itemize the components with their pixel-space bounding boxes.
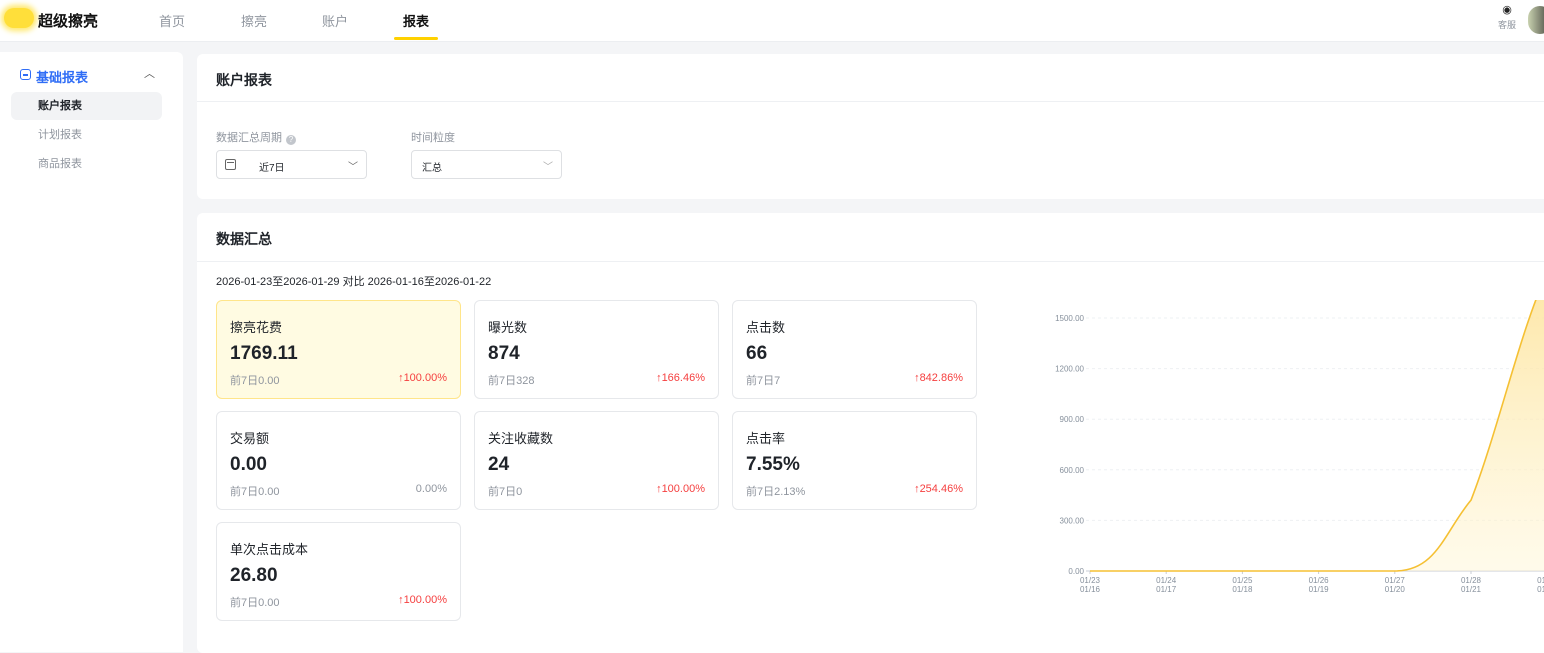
x-tick-label: 01/29 — [1537, 576, 1544, 585]
period-label-text: 数据汇总周期 — [216, 132, 282, 144]
metric-card-impressions[interactable]: 曝光数 874 前7日328 ↑166.46% — [474, 300, 719, 399]
granularity-field-label: 时间粒度 — [411, 132, 455, 144]
metric-value: 1769.11 — [230, 343, 298, 364]
top-nav-bar: 超级擦亮 首页 擦亮 账户 报表 ◉ 客服 — [0, 0, 1544, 42]
sidebar-item-plan-report[interactable]: 计划报表 — [11, 121, 162, 149]
metric-card-ctr[interactable]: 点击率 7.55% 前7日2.13% ↑254.46% — [732, 411, 977, 510]
x-tick-label: 01/26 — [1309, 576, 1330, 585]
x-tick-compare-label: 01/17 — [1156, 585, 1177, 594]
x-tick-label: 01/24 — [1156, 576, 1177, 585]
metric-label: 曝光数 — [488, 320, 528, 335]
account-report-panel: 账户报表 数据汇总周期? 近7日 ﹀ 时间粒度 汇总 ﹀ — [197, 54, 1544, 199]
period-field-label: 数据汇总周期? — [216, 129, 296, 145]
granularity-select-value: 汇总 — [422, 163, 442, 174]
metric-value: 24 — [488, 454, 510, 475]
metric-label: 点击率 — [746, 431, 786, 446]
x-tick-compare-label: 01/18 — [1232, 585, 1253, 594]
customer-service-button[interactable]: ◉ 客服 — [1492, 4, 1522, 31]
granularity-select[interactable]: 汇总 ﹀ — [411, 150, 562, 179]
calendar-icon — [225, 159, 236, 170]
account-report-title: 账户报表 — [216, 72, 272, 88]
nav-home[interactable]: 首页 — [159, 11, 185, 30]
x-tick-label: 01/27 — [1385, 576, 1406, 585]
metric-value: 26.80 — [230, 565, 278, 586]
customer-service-label: 客服 — [1497, 20, 1516, 30]
metric-change: 0.00% — [415, 483, 447, 495]
y-tick-label: 600.00 — [1060, 466, 1085, 475]
metric-previous: 前7日328 — [488, 375, 535, 387]
metric-label: 点击数 — [746, 320, 786, 335]
metric-previous: 前7日0.00 — [230, 375, 280, 387]
y-tick-label: 1200.00 — [1055, 365, 1084, 374]
metric-previous: 前7日0 — [488, 486, 523, 498]
metric-change: ↑100.00% — [398, 372, 447, 384]
chevron-down-icon: ﹀ — [543, 162, 553, 173]
metric-change: ↑100.00% — [398, 594, 447, 606]
y-tick-label: 0.00 — [1068, 567, 1084, 576]
metric-change: ↑166.46% — [656, 372, 705, 384]
x-tick-compare-label: 01/16 — [1080, 585, 1101, 594]
metric-card-follows[interactable]: 关注收藏数 24 前7日0 ↑100.00% — [474, 411, 719, 510]
nav-polish[interactable]: 擦亮 — [241, 11, 267, 30]
sidebar: 基础报表 ︿ 账户报表 计划报表 商品报表 — [0, 52, 183, 652]
metric-change: ↑842.86% — [914, 372, 963, 384]
metric-previous: 前7日7 — [746, 375, 781, 387]
chevron-up-icon: ︿ — [144, 68, 155, 80]
metric-card-gmv[interactable]: 交易额 0.00 前7日0.00 0.00% — [216, 411, 461, 510]
brand-logo — [4, 8, 34, 28]
help-icon[interactable]: ? — [286, 135, 296, 145]
metric-change: ↑254.46% — [914, 483, 963, 495]
series-area-fill — [1090, 300, 1544, 571]
metric-card-clicks[interactable]: 点击数 66 前7日7 ↑842.86% — [732, 300, 977, 399]
metric-value: 0.00 — [230, 454, 267, 475]
brand-name: 超级擦亮 — [38, 13, 99, 30]
panel-divider — [197, 261, 1544, 262]
sidebar-item-account-report[interactable]: 账户报表 — [11, 92, 162, 120]
headset-icon: ◉ — [1502, 4, 1512, 16]
y-tick-label: 300.00 — [1060, 516, 1085, 525]
x-tick-compare-label: 01/22 — [1537, 585, 1544, 594]
metric-previous: 前7日2.13% — [746, 486, 806, 498]
x-tick-compare-label: 01/20 — [1385, 585, 1406, 594]
metric-card-spend[interactable]: 擦亮花费 1769.11 前7日0.00 ↑100.00% — [216, 300, 461, 399]
metric-value: 66 — [746, 343, 768, 364]
period-select-value: 近7日 — [259, 163, 285, 174]
compare-range-text: 2026-01-23至2026-01-29 对比 2026-01-16至2026… — [216, 276, 492, 288]
sidebar-group-basic-reports[interactable]: 基础报表 ︿ — [20, 66, 170, 86]
y-tick-label: 1500.00 — [1055, 314, 1084, 323]
y-tick-label: 900.00 — [1060, 415, 1085, 424]
x-tick-label: 01/25 — [1232, 576, 1253, 585]
user-avatar[interactable] — [1528, 6, 1544, 34]
x-tick-label: 01/23 — [1080, 576, 1101, 585]
data-summary-title: 数据汇总 — [216, 231, 272, 247]
x-tick-compare-label: 01/21 — [1461, 585, 1482, 594]
sidebar-group-label: 基础报表 — [36, 70, 89, 85]
panel-divider — [197, 101, 1544, 102]
x-tick-label: 01/28 — [1461, 576, 1482, 585]
metric-value: 874 — [488, 343, 520, 364]
x-tick-compare-label: 01/19 — [1309, 585, 1330, 594]
metric-change: ↑100.00% — [656, 483, 705, 495]
nav-report[interactable]: 报表 — [403, 11, 429, 30]
report-icon — [20, 69, 31, 80]
metric-label: 交易额 — [230, 431, 270, 446]
metric-label: 擦亮花费 — [230, 320, 283, 335]
metric-previous: 前7日0.00 — [230, 486, 280, 498]
period-select[interactable]: 近7日 ﹀ — [216, 150, 367, 179]
nav-account[interactable]: 账户 — [322, 11, 348, 30]
metric-card-cpc[interactable]: 单次点击成本 26.80 前7日0.00 ↑100.00% — [216, 522, 461, 621]
metric-label: 关注收藏数 — [488, 431, 554, 446]
chevron-down-icon: ﹀ — [348, 162, 358, 173]
sidebar-item-product-report[interactable]: 商品报表 — [11, 150, 162, 178]
spend-trend-chart: 0.00 300.00 600.00 900.00 1200.00 1500.00 01/2… — [1055, 300, 1544, 594]
metric-value: 7.55% — [746, 454, 800, 475]
metric-previous: 前7日0.00 — [230, 597, 280, 609]
metric-label: 单次点击成本 — [230, 542, 309, 557]
nav-active-indicator — [394, 37, 438, 40]
